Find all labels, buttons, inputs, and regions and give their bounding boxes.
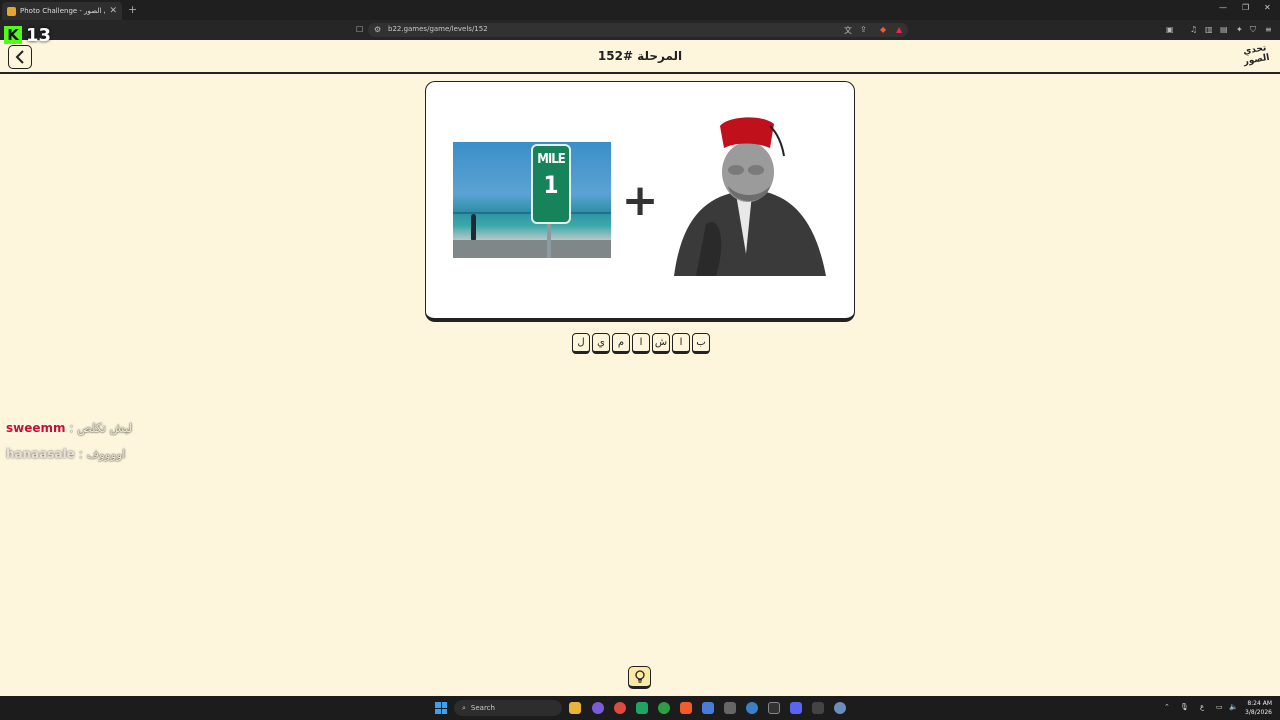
game-header: المرحلة #152 تحدي الصور bbox=[0, 40, 1280, 74]
browser-tab-bar: Photo Challenge - تحدي الصور ✕ + — ❐ ✕ bbox=[0, 0, 1280, 20]
system-clock[interactable]: 8:24 AM 3/8/2026 bbox=[1240, 699, 1272, 717]
clock-date: 3/8/2026 bbox=[1245, 709, 1272, 716]
chat-message: hanaasale : اووووف bbox=[6, 447, 206, 473]
edge-icon[interactable] bbox=[746, 702, 758, 714]
answer-letters: ب ا ش ا م ي ل bbox=[570, 333, 710, 354]
sign-number-text: 1 bbox=[543, 171, 559, 199]
sign-top-text: MILE bbox=[537, 152, 565, 167]
restore-icon[interactable]: ❐ bbox=[1242, 3, 1249, 12]
reading-list-icon[interactable]: ▥ bbox=[1205, 25, 1213, 34]
chevron-left-icon bbox=[15, 50, 24, 64]
viewer-count: 13 bbox=[26, 24, 52, 46]
wallet-icon[interactable]: ▤ bbox=[1220, 25, 1228, 34]
share-icon[interactable]: ⇪ bbox=[860, 25, 867, 34]
menu-icon[interactable]: ≡ bbox=[1265, 25, 1272, 34]
letter-tile[interactable]: ي bbox=[592, 333, 610, 354]
tab-close-icon[interactable]: ✕ bbox=[109, 6, 117, 16]
microphone-icon[interactable]: 🎙 bbox=[1180, 703, 1189, 711]
url-text: b22.games/game/levels/152 bbox=[388, 25, 488, 33]
settings-icon[interactable] bbox=[834, 702, 846, 714]
sidebar-icon[interactable]: ▣ bbox=[1166, 25, 1174, 34]
chat-message: sweemm : ليش تكلص bbox=[6, 421, 206, 447]
letter-tile[interactable]: ا bbox=[672, 333, 690, 354]
rewards-icon[interactable]: ▲ bbox=[896, 25, 902, 34]
sheets-icon[interactable] bbox=[636, 702, 648, 714]
address-bar[interactable]: ⚙ b22.games/game/levels/152 文 ⇪ ◆ ▲ bbox=[368, 23, 908, 37]
network-icon[interactable]: ▭ bbox=[1216, 703, 1223, 711]
chrome-icon[interactable] bbox=[614, 702, 626, 714]
language-icon[interactable]: ع bbox=[1200, 703, 1204, 711]
viewer-counter: K 13 bbox=[4, 24, 58, 46]
back-button[interactable] bbox=[8, 45, 32, 69]
close-window-icon[interactable]: ✕ bbox=[1264, 3, 1271, 12]
epic-games-icon[interactable] bbox=[768, 702, 780, 714]
discord-icon[interactable] bbox=[790, 702, 802, 714]
mile-sign-image: MILE 1 bbox=[453, 142, 611, 258]
windows-taskbar: ⌕ Search ⌃ 🎙 ع ▭ 🔈 8:24 AM 3/8/2026 bbox=[0, 696, 1280, 720]
sign-pole bbox=[547, 222, 551, 258]
letter-tile[interactable]: ش bbox=[652, 333, 670, 354]
start-icon[interactable] bbox=[435, 702, 447, 714]
app-logo[interactable]: تحدي الصور bbox=[1240, 43, 1272, 71]
chat-separator: : bbox=[78, 447, 87, 461]
extensions-icon[interactable]: ✦ bbox=[1236, 25, 1243, 34]
mile-marker-sign: MILE 1 bbox=[531, 144, 571, 224]
plus-icon: + bbox=[621, 174, 659, 226]
letter-tile[interactable]: م bbox=[612, 333, 630, 354]
brave-icon[interactable] bbox=[680, 702, 692, 714]
new-tab-icon[interactable]: + bbox=[128, 3, 137, 16]
browser-tab[interactable]: Photo Challenge - تحدي الصور ✕ bbox=[2, 2, 122, 20]
chat-username: hanaasale bbox=[6, 447, 75, 461]
tab-title: Photo Challenge - تحدي الصور bbox=[20, 7, 105, 15]
chat-text: ليش تكلص bbox=[77, 421, 133, 435]
kick-logo-icon: K bbox=[4, 26, 22, 44]
puzzle-card: MILE 1 + bbox=[425, 81, 855, 322]
volume-icon[interactable]: 🔈 bbox=[1229, 703, 1238, 711]
media-icon[interactable]: ♫ bbox=[1190, 25, 1197, 34]
chat-username: sweemm bbox=[6, 421, 66, 435]
bookmark-icon[interactable]: ☐ bbox=[356, 25, 363, 34]
app-icon[interactable] bbox=[724, 702, 736, 714]
seawall bbox=[453, 240, 611, 258]
tray-chevron-icon[interactable]: ⌃ bbox=[1164, 703, 1170, 711]
man-fez-image bbox=[674, 117, 826, 276]
brave-shield-icon[interactable]: ◆ bbox=[880, 25, 886, 34]
runner-figure bbox=[471, 214, 476, 240]
letter-tile[interactable]: ل bbox=[572, 333, 590, 354]
xbox-icon[interactable] bbox=[658, 702, 670, 714]
chat-text: اووووف bbox=[86, 447, 126, 461]
letter-tile[interactable]: ا bbox=[632, 333, 650, 354]
minimize-icon[interactable]: — bbox=[1219, 3, 1227, 12]
level-title: المرحلة #152 bbox=[597, 49, 683, 63]
search-label: Search bbox=[470, 704, 495, 712]
app-icon[interactable] bbox=[812, 702, 824, 714]
stream-chat: sweemm : ليش تكلص hanaasale : اووووف bbox=[6, 421, 206, 473]
vpn-app-icon[interactable] bbox=[702, 702, 714, 714]
lightbulb-icon bbox=[634, 669, 645, 683]
browser-nav-bar: ☐ ⚙ b22.games/game/levels/152 文 ⇪ ◆ ▲ ▣ … bbox=[0, 20, 1280, 40]
taskbar-search[interactable]: ⌕ Search bbox=[454, 700, 562, 716]
file-explorer-icon[interactable] bbox=[569, 702, 581, 714]
app-icon[interactable] bbox=[592, 702, 604, 714]
vpn-icon[interactable]: ⛉ bbox=[1250, 25, 1256, 35]
site-settings-icon[interactable]: ⚙ bbox=[374, 25, 381, 34]
translate-icon[interactable]: 文 bbox=[844, 25, 852, 36]
tab-favicon-icon bbox=[7, 6, 16, 16]
search-icon: ⌕ bbox=[462, 703, 466, 712]
clock-time: 8:24 AM bbox=[1247, 700, 1272, 707]
hint-button[interactable] bbox=[628, 666, 651, 689]
letter-tile[interactable]: ب bbox=[692, 333, 710, 354]
